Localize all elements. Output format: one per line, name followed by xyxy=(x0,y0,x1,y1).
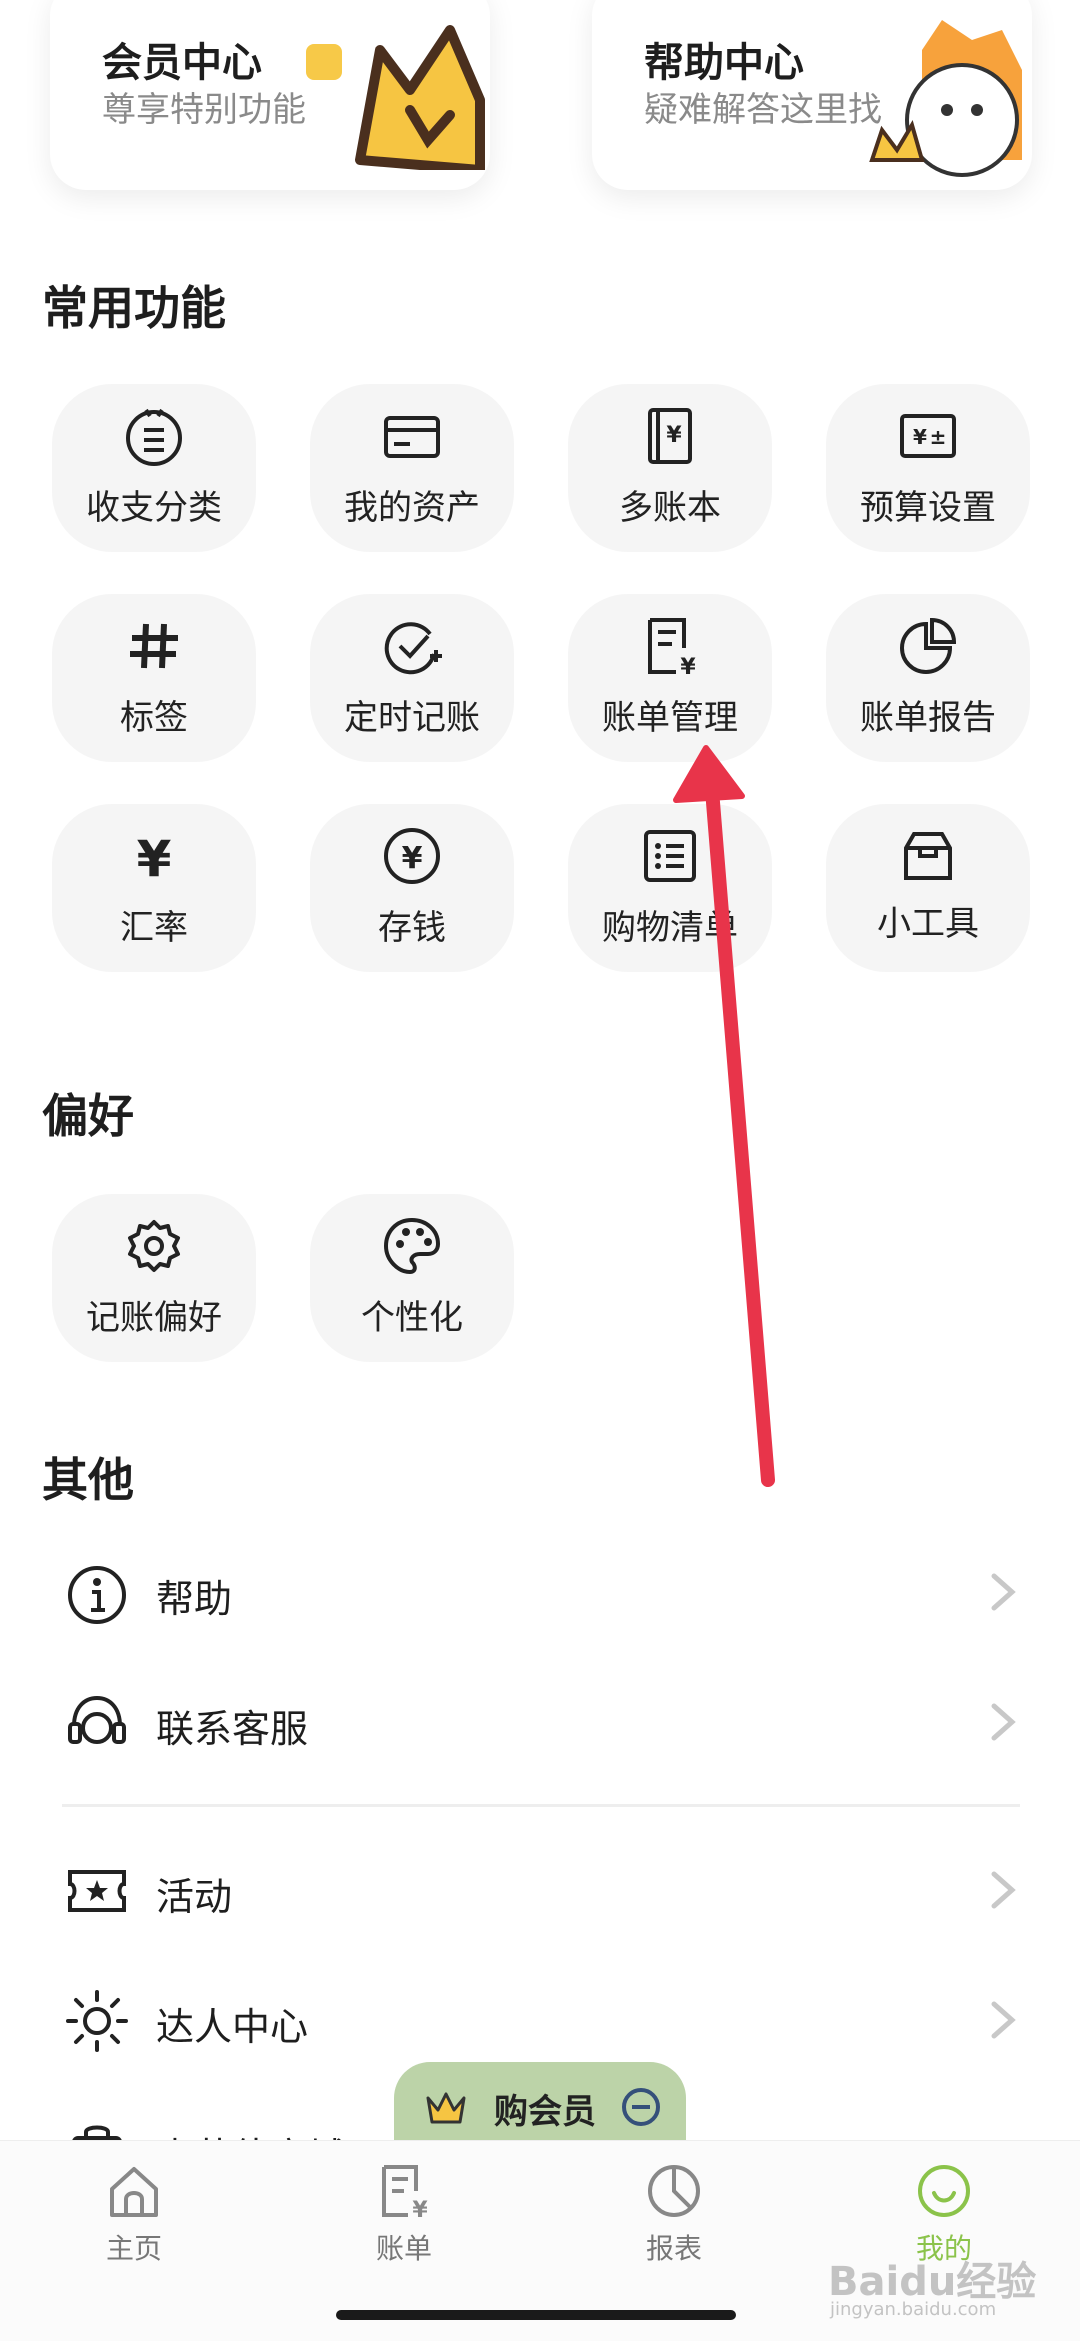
category-icon xyxy=(126,408,182,466)
bill-icon: ¥ xyxy=(382,2165,428,2223)
palette-icon xyxy=(383,1217,441,1275)
list-icon xyxy=(644,830,696,882)
svg-text:¥: ¥ xyxy=(402,841,423,876)
cat-mascot-icon xyxy=(355,25,485,170)
tile-budget[interactable]: ¥ ± 预算设置 xyxy=(826,384,1030,552)
vip-badge-icon xyxy=(306,44,342,80)
tile-label: 我的资产 xyxy=(344,488,480,528)
svg-text:¥: ¥ xyxy=(680,655,696,678)
tab-label: 账单 xyxy=(375,2232,432,2265)
bill-manage-icon: ¥ xyxy=(648,618,696,680)
tile-tools[interactable]: 小工具 xyxy=(826,804,1030,972)
tab-label: 主页 xyxy=(105,2232,162,2265)
ledger-book-icon: ¥ xyxy=(648,408,692,464)
budget-icon: ¥ ± xyxy=(900,414,956,458)
crown-icon xyxy=(426,2092,466,2124)
chevron-right-icon xyxy=(991,2001,1016,2039)
tile-label: 记账偏好 xyxy=(86,1298,222,1338)
tile-savings[interactable]: ¥ 存钱 xyxy=(310,804,514,972)
tab-label: 报表 xyxy=(645,2232,702,2265)
svg-text:¥: ¥ xyxy=(913,425,927,449)
tile-label: 个性化 xyxy=(361,1298,463,1338)
vip-center-card[interactable]: 会员中心 尊享特别功能 xyxy=(50,0,490,190)
buy-vip-button[interactable]: 购会员 xyxy=(394,2062,686,2152)
toolbox-icon xyxy=(904,832,952,880)
tile-label: 定时记账 xyxy=(344,698,480,738)
home-icon xyxy=(110,2167,158,2217)
ticket-star-icon xyxy=(68,1870,126,1912)
help-center-title: 帮助中心 xyxy=(644,40,804,86)
row-expert-center[interactable]: 达人中心 xyxy=(40,1966,1040,2076)
row-label: 达人中心 xyxy=(156,2005,309,2049)
collapse-minus-icon[interactable] xyxy=(620,2086,662,2128)
tab-reports[interactable]: 报表 xyxy=(604,2161,744,2267)
svg-text:±: ± xyxy=(930,425,947,449)
tab-bills[interactable]: ¥ 账单 xyxy=(334,2161,474,2267)
tile-personalize[interactable]: 个性化 xyxy=(310,1194,514,1362)
yen-icon: ¥ xyxy=(137,830,172,888)
buy-vip-label: 购会员 xyxy=(494,2092,596,2132)
tile-label: 多账本 xyxy=(619,488,721,528)
tile-assets[interactable]: 我的资产 xyxy=(310,384,514,552)
tile-category[interactable]: 收支分类 xyxy=(52,384,256,552)
row-label: 活动 xyxy=(156,1875,233,1919)
row-label: 帮助 xyxy=(156,1577,233,1621)
tile-label: 账单报告 xyxy=(860,698,996,738)
home-indicator xyxy=(336,2310,736,2320)
tiger-mascot-icon xyxy=(869,20,1022,177)
section-divider xyxy=(62,1804,1020,1807)
watermark-url: jingyan.baidu.com xyxy=(830,2299,997,2320)
row-activity[interactable]: 活动 xyxy=(40,1836,1040,1946)
info-icon xyxy=(68,1566,126,1624)
help-center-subtitle: 疑难解答这里找 xyxy=(644,90,882,130)
scheduled-check-icon xyxy=(384,622,442,675)
chart-icon xyxy=(648,2165,700,2217)
tile-tags[interactable]: 标签 xyxy=(52,594,256,762)
svg-text:¥: ¥ xyxy=(666,423,682,448)
tile-label: 小工具 xyxy=(877,904,979,944)
help-center-card[interactable]: 帮助中心 疑难解答这里找 xyxy=(592,0,1032,190)
tile-label: 账单管理 xyxy=(602,698,738,738)
row-label: 联系客服 xyxy=(156,1707,309,1751)
svg-text:¥: ¥ xyxy=(137,830,172,888)
tile-multi-ledger[interactable]: ¥ 多账本 xyxy=(568,384,772,552)
gear-icon xyxy=(128,1220,180,1272)
other-title: 其他 xyxy=(42,1453,134,1507)
sun-icon xyxy=(66,1990,128,2052)
row-help[interactable]: 帮助 xyxy=(40,1538,1040,1648)
bag-icon xyxy=(72,2125,122,2140)
tile-label: 标签 xyxy=(120,698,188,738)
tile-shopping-list[interactable]: 购物清单 xyxy=(568,804,772,972)
svg-text:¥: ¥ xyxy=(412,2198,428,2221)
smile-icon xyxy=(918,2165,970,2217)
tile-exchange-rate[interactable]: ¥ 汇率 xyxy=(52,804,256,972)
chevron-right-icon xyxy=(991,1573,1016,1611)
tile-label: 汇率 xyxy=(120,908,188,948)
row-customer-service[interactable]: 联系客服 xyxy=(40,1668,1040,1778)
chevron-right-icon xyxy=(991,1703,1016,1741)
hashtag-icon xyxy=(130,623,178,669)
vip-center-title: 会员中心 xyxy=(102,40,262,86)
coin-icon: ¥ xyxy=(384,828,440,884)
tile-label: 购物清单 xyxy=(602,908,738,948)
tile-bill-manage[interactable]: ¥ 账单管理 xyxy=(568,594,772,762)
vip-center-subtitle: 尊享特别功能 xyxy=(102,90,306,130)
common-functions-title: 常用功能 xyxy=(42,281,226,335)
tile-label: 预算设置 xyxy=(860,488,996,528)
tab-home[interactable]: 主页 xyxy=(64,2161,204,2267)
row-label: 麦芽佳商城 xyxy=(156,2126,346,2140)
pie-report-icon xyxy=(900,617,957,674)
tile-scheduled[interactable]: 定时记账 xyxy=(310,594,514,762)
chevron-right-icon xyxy=(991,1871,1016,1909)
card-icon xyxy=(384,416,440,458)
tile-label: 收支分类 xyxy=(86,488,222,528)
tile-label: 存钱 xyxy=(378,908,446,948)
tile-bill-report[interactable]: 账单报告 xyxy=(826,594,1030,762)
tile-bookkeeping-pref[interactable]: 记账偏好 xyxy=(52,1194,256,1362)
headset-icon xyxy=(68,1695,126,1744)
preferences-title: 偏好 xyxy=(42,1089,134,1143)
